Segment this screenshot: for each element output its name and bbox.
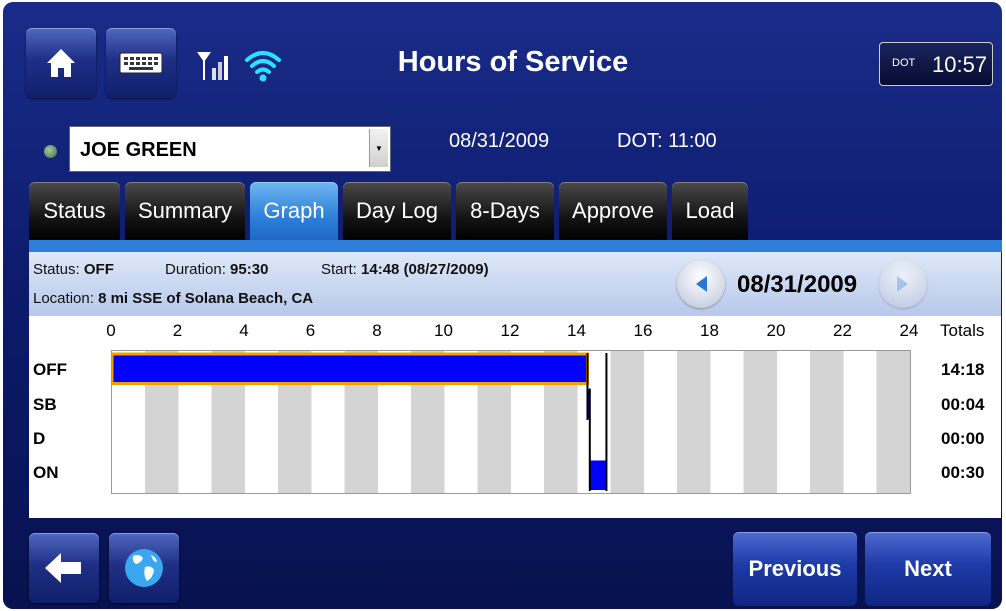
driver-name: JOE GREEN	[80, 139, 197, 161]
total-on: 00:30	[941, 463, 985, 482]
chevron-down-icon: ▼	[375, 144, 383, 153]
hour-tick: 6	[305, 321, 316, 340]
hour-tick: 22	[833, 321, 852, 340]
map-button[interactable]	[109, 533, 179, 603]
hour-tick: 12	[500, 321, 520, 340]
hour-tick: 16	[633, 321, 653, 340]
hour-tick: 2	[172, 321, 183, 340]
tab-day-log[interactable]: Day Log	[343, 182, 451, 240]
tab-8-days[interactable]: 8-Days	[456, 182, 554, 240]
keyboard-button[interactable]	[106, 28, 176, 98]
tab-graph[interactable]: Graph	[250, 182, 338, 242]
total-sb: 00:04	[941, 395, 985, 414]
tab-underline	[29, 240, 1002, 252]
row-label-off: OFF	[33, 360, 67, 379]
status-value: OFF	[83, 261, 114, 278]
triangle-right-icon	[897, 276, 908, 292]
duty-segment-on[interactable]	[589, 460, 607, 491]
row-label-sb: SB	[33, 395, 57, 414]
total-d: 00:00	[941, 429, 985, 448]
duty-segment-off[interactable]	[112, 352, 589, 385]
start-info: Start: 14:48 (08/27/2009)	[321, 261, 489, 278]
tab-status[interactable]: Status	[29, 182, 120, 240]
status-info: Status: OFF	[33, 261, 114, 278]
dot-hours: DOT: 11:00	[617, 130, 717, 152]
hour-tick: 8	[372, 321, 382, 340]
signal-icon	[197, 52, 228, 80]
globe-icon	[125, 549, 163, 587]
device-screen: Hours of Service DOT 10:57 JOE GREEN ▼ 0…	[3, 2, 1002, 609]
total-off: 14:18	[941, 360, 985, 379]
page-title: Hours of Service	[397, 46, 629, 78]
home-icon	[47, 49, 75, 77]
hour-tick: 0	[106, 321, 116, 340]
previous-button[interactable]: Previous	[733, 532, 857, 606]
duty-graph[interactable]	[111, 350, 911, 494]
status-led	[44, 145, 57, 158]
duration-value: 95:30	[230, 261, 269, 278]
current-date: 08/31/2009	[737, 271, 858, 298]
row-label-d: D	[33, 429, 46, 448]
row-label-on: ON	[33, 463, 59, 482]
hour-tick: 24	[899, 321, 919, 340]
driver-select[interactable]: JOE GREEN ▼	[69, 126, 391, 172]
next-date-button[interactable]	[879, 260, 927, 308]
totals-header: Totals	[940, 321, 985, 340]
back-button[interactable]	[29, 533, 99, 603]
header-date: 08/31/2009	[449, 130, 550, 152]
status-info-bar: Status: OFF Duration: 95:30 Start: 14:48…	[29, 252, 1001, 316]
clock-time: 10:57	[932, 52, 988, 77]
hour-tick: 18	[700, 321, 719, 340]
dot-clock[interactable]: DOT 10:57	[879, 42, 993, 86]
hour-tick: 20	[766, 321, 786, 340]
start-value: 14:48 (08/27/2009)	[361, 261, 489, 278]
tab-approve[interactable]: Approve	[559, 182, 667, 240]
hour-tick: 14	[567, 321, 586, 340]
arrow-left-icon	[45, 553, 81, 583]
duty-segment-off[interactable]	[606, 354, 910, 384]
duty-graph-svg	[112, 352, 910, 491]
hour-tick: 4	[239, 321, 249, 340]
location-info: Location: 8 mi SSE of Solana Beach, CA	[33, 290, 314, 307]
next-button[interactable]: Next	[865, 532, 991, 606]
duration-info: Duration: 95:30	[165, 261, 269, 278]
clock-label: DOT	[892, 57, 916, 69]
tab-summary[interactable]: Summary	[125, 182, 245, 240]
location-value: 8 mi SSE of Solana Beach, CA	[98, 290, 314, 307]
keyboard-icon	[119, 52, 163, 74]
home-button[interactable]	[26, 28, 96, 98]
tab-load[interactable]: Load	[672, 182, 748, 240]
prev-date-button[interactable]	[677, 260, 725, 308]
triangle-left-icon	[696, 276, 707, 292]
hour-tick: 10	[434, 321, 453, 340]
dropdown-button[interactable]: ▼	[369, 129, 388, 167]
graph-panel: Status: OFF Duration: 95:30 Start: 14:48…	[29, 252, 1001, 518]
wifi-icon	[245, 51, 281, 82]
